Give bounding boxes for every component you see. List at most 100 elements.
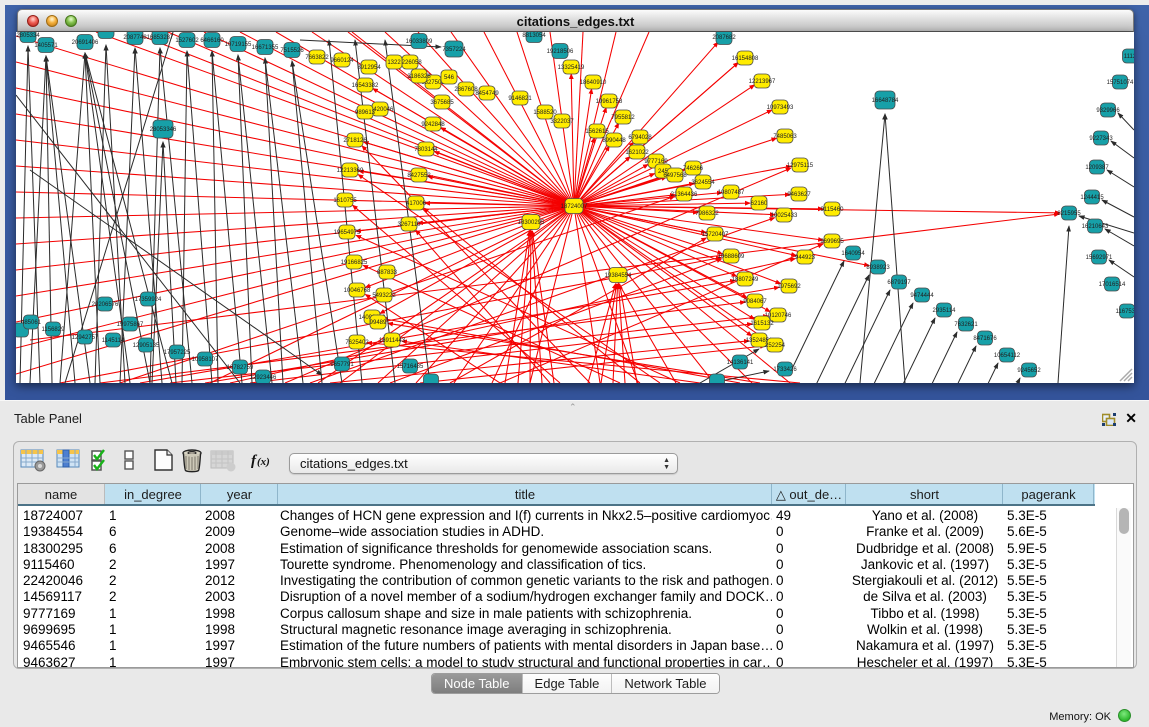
svg-text:7663822: 7663822 [305, 55, 329, 61]
svg-text:8471676: 8471676 [973, 336, 997, 342]
svg-text:8938923: 8938923 [866, 265, 890, 271]
svg-text:8427552: 8427552 [407, 173, 431, 179]
svg-text:16154808: 16154808 [732, 56, 759, 62]
svg-text:17957225: 17957225 [164, 350, 191, 356]
svg-text:21364436: 21364436 [671, 192, 698, 198]
svg-text:8990448: 8990448 [602, 138, 626, 144]
svg-text:1156829: 1156829 [42, 327, 66, 333]
svg-text:7803144: 7803144 [414, 147, 438, 153]
svg-text:20206576: 20206576 [92, 302, 119, 308]
svg-text:9699695: 9699695 [820, 239, 844, 245]
svg-text:16210643: 16210643 [1082, 224, 1109, 230]
svg-text:5493222: 5493222 [372, 293, 396, 299]
svg-text:10973493: 10973493 [767, 105, 794, 111]
svg-text:485061: 485061 [21, 320, 42, 326]
svg-text:12975115: 12975115 [787, 163, 814, 169]
svg-text:2087682: 2087682 [712, 35, 736, 41]
svg-text:9227343: 9227343 [1089, 136, 1113, 142]
svg-text:18807249: 18807249 [732, 277, 759, 283]
svg-text:9084067: 9084067 [743, 299, 767, 305]
svg-text:18724007: 18724007 [561, 204, 588, 210]
svg-text:252254: 252254 [765, 343, 786, 349]
svg-text:10654112: 10654112 [994, 353, 1021, 359]
svg-text:1322: 1322 [387, 60, 401, 66]
svg-text:15692971: 15692971 [1086, 255, 1113, 261]
svg-text:1405571: 1405571 [34, 43, 58, 49]
svg-text:19166825: 19166825 [341, 260, 368, 266]
svg-text:3322037: 3322037 [550, 119, 574, 125]
svg-text:3675685: 3675685 [430, 100, 454, 106]
svg-text:12923446: 12923446 [250, 375, 277, 381]
svg-text:16033809: 16033809 [406, 39, 433, 45]
svg-text:17016514: 17016514 [1099, 282, 1126, 288]
svg-text:7625402: 7625402 [345, 340, 369, 346]
svg-text:989613: 989613 [355, 110, 376, 116]
svg-text:1167533: 1167533 [1116, 309, 1134, 315]
svg-text:9115460: 9115460 [821, 207, 845, 213]
svg-text:2935114: 2935114 [933, 308, 957, 314]
svg-text:2805334: 2805334 [16, 33, 40, 39]
svg-text:9242848: 9242848 [421, 122, 445, 128]
svg-text:18640910: 18640910 [580, 80, 607, 86]
svg-text:19218506: 19218506 [547, 49, 574, 55]
svg-text:20691406: 20691406 [72, 40, 99, 46]
svg-text:8454749: 8454749 [475, 91, 499, 97]
svg-text:9329966: 9329966 [1096, 108, 1120, 114]
svg-text:17359924: 17359924 [135, 297, 162, 303]
svg-text:12213369: 12213369 [337, 168, 364, 174]
svg-text:3624554: 3624554 [691, 180, 715, 186]
svg-text:62160: 62160 [751, 201, 768, 207]
svg-text:10046768: 10046768 [344, 288, 371, 294]
svg-text:1562615: 1562615 [585, 129, 609, 135]
svg-text:9657791: 9657791 [330, 362, 354, 368]
svg-text:3267110: 3267110 [398, 222, 422, 228]
svg-text:1244415: 1244415 [1080, 195, 1104, 201]
svg-text:1610755: 1610755 [333, 198, 357, 204]
svg-text:9474444: 9474444 [910, 293, 934, 299]
svg-text:944923: 944923 [795, 255, 816, 261]
svg-text:(x): (x) [257, 456, 270, 468]
svg-text:16543382: 16543382 [352, 83, 379, 89]
svg-text:1975692: 1975692 [777, 284, 801, 290]
svg-text:9146821: 9146821 [508, 96, 532, 102]
svg-text:1621022: 1621022 [625, 150, 649, 156]
svg-text:1527602: 1527602 [175, 38, 199, 44]
svg-text:15716485: 15716485 [397, 364, 424, 370]
svg-text:7485063: 7485063 [773, 134, 797, 140]
svg-text:16671355: 16671355 [252, 45, 279, 51]
svg-text:2718126: 2718126 [343, 138, 367, 144]
svg-text:28053346: 28053346 [150, 127, 177, 133]
svg-text:8912954: 8912954 [357, 65, 381, 71]
svg-text:417006: 417006 [406, 201, 427, 207]
svg-text:18300295: 18300295 [518, 220, 545, 226]
svg-text:7986322: 7986322 [695, 211, 719, 217]
svg-text:10719155: 10719155 [225, 42, 252, 48]
svg-text:10958107: 10958107 [192, 357, 219, 363]
svg-text:12213967: 12213967 [749, 79, 776, 85]
svg-text:1209387: 1209387 [1085, 165, 1109, 171]
svg-text:9463627: 9463627 [787, 192, 811, 198]
svg-text:10688609: 10688609 [718, 254, 745, 260]
svg-text:15751074: 15751074 [1107, 80, 1134, 86]
svg-text:546: 546 [444, 75, 455, 81]
svg-text:9245652: 9245652 [1017, 368, 1041, 374]
svg-text:13325419: 13325419 [558, 65, 585, 71]
svg-text:10961758: 10961758 [596, 99, 623, 105]
svg-text:2087748: 2087748 [123, 35, 147, 41]
svg-text:99489: 99489 [370, 320, 387, 326]
svg-text:16911443: 16911443 [379, 338, 406, 344]
svg-text:1112: 1112 [1124, 54, 1134, 60]
svg-text:12942757: 12942757 [72, 335, 99, 341]
svg-text:7515526: 7515526 [280, 48, 304, 54]
svg-text:3186328: 3186328 [407, 74, 431, 80]
svg-text:12905135: 12905135 [133, 343, 160, 349]
svg-text:8215955: 8215955 [1057, 211, 1081, 217]
svg-text:9660124: 9660124 [330, 58, 354, 64]
svg-text:1615132: 1615132 [750, 321, 774, 327]
svg-text:1733426: 1733426 [773, 367, 797, 373]
svg-text:10025433: 10025433 [771, 213, 798, 219]
svg-text:1640954: 1640954 [841, 251, 865, 257]
svg-text:14136141: 14136141 [727, 360, 754, 366]
svg-text:16648784: 16648784 [872, 98, 899, 104]
svg-text:7357224: 7357224 [442, 47, 466, 53]
